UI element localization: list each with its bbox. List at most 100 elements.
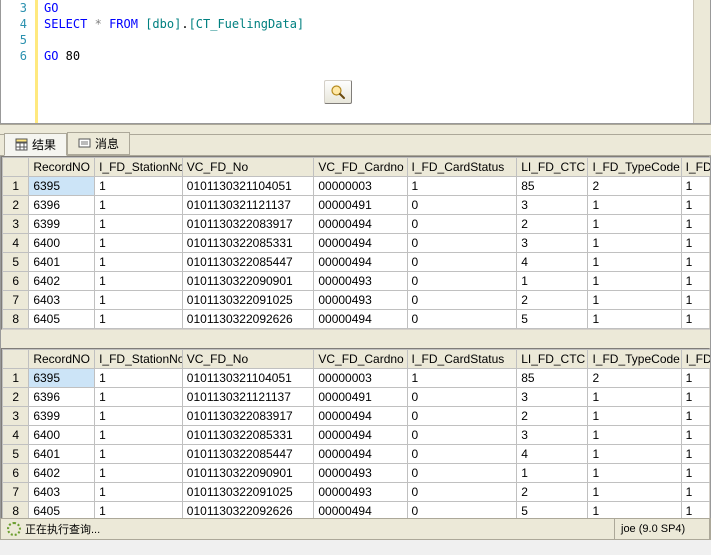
- table-row[interactable]: 2639610101130321121137000004910311: [3, 388, 711, 407]
- execute-button[interactable]: [324, 80, 352, 104]
- table-row[interactable]: 3639910101130322083917000004940211: [3, 215, 711, 234]
- cell[interactable]: 0: [407, 388, 517, 407]
- cell[interactable]: 1: [588, 272, 681, 291]
- cell[interactable]: 00000494: [314, 253, 407, 272]
- sql-editor[interactable]: 3456 GOSELECT * FROM [dbo].[CT_FuelingDa…: [0, 0, 711, 124]
- cell[interactable]: 1: [95, 196, 183, 215]
- cell[interactable]: 6401: [29, 445, 95, 464]
- cell[interactable]: 6401: [29, 253, 95, 272]
- cell[interactable]: 2: [517, 215, 588, 234]
- cell[interactable]: 1: [95, 407, 183, 426]
- cell[interactable]: 0101130321104051: [182, 369, 314, 388]
- column-header[interactable]: VC_FD_Cardno: [314, 158, 407, 177]
- row-header[interactable]: 6: [3, 272, 29, 291]
- table-row[interactable]: 6640210101130322090901000004930111: [3, 464, 711, 483]
- cell[interactable]: 1: [681, 445, 711, 464]
- cell[interactable]: 85: [517, 177, 588, 196]
- cell[interactable]: 0: [407, 272, 517, 291]
- cell[interactable]: 6402: [29, 464, 95, 483]
- cell[interactable]: 1: [681, 253, 711, 272]
- cell[interactable]: 1: [95, 215, 183, 234]
- cell[interactable]: 0101130322090901: [182, 272, 314, 291]
- cell[interactable]: 0101130321121137: [182, 196, 314, 215]
- column-header[interactable]: I_FD_Pum: [681, 158, 711, 177]
- column-header[interactable]: I_FD_TypeCode: [588, 350, 681, 369]
- cell[interactable]: 0101130322090901: [182, 464, 314, 483]
- cell[interactable]: 0: [407, 426, 517, 445]
- table-row[interactable]: 3639910101130322083917000004940211: [3, 407, 711, 426]
- cell[interactable]: 0: [407, 234, 517, 253]
- row-header[interactable]: 8: [3, 502, 29, 519]
- column-header[interactable]: LI_FD_CTC: [517, 350, 588, 369]
- cell[interactable]: 1: [95, 369, 183, 388]
- row-header[interactable]: 1: [3, 177, 29, 196]
- cell[interactable]: 0101130322092626: [182, 310, 314, 329]
- cell[interactable]: 1: [681, 272, 711, 291]
- column-header[interactable]: I_FD_TypeCode: [588, 158, 681, 177]
- grid-corner[interactable]: [3, 158, 29, 177]
- cell[interactable]: 00000493: [314, 272, 407, 291]
- code-line[interactable]: GO 80: [38, 49, 693, 63]
- row-header[interactable]: 3: [3, 215, 29, 234]
- cell[interactable]: 1: [588, 215, 681, 234]
- cell[interactable]: 1: [95, 502, 183, 519]
- cell[interactable]: 1: [588, 388, 681, 407]
- cell[interactable]: 6400: [29, 426, 95, 445]
- cell[interactable]: 1: [681, 215, 711, 234]
- cell[interactable]: 1: [95, 464, 183, 483]
- cell[interactable]: 0101130322083917: [182, 407, 314, 426]
- table-row[interactable]: 2639610101130321121137000004910311: [3, 196, 711, 215]
- cell[interactable]: 1: [95, 483, 183, 502]
- cell[interactable]: 0: [407, 407, 517, 426]
- cell[interactable]: 6400: [29, 234, 95, 253]
- row-header[interactable]: 5: [3, 445, 29, 464]
- column-header[interactable]: I_FD_StationNo: [95, 158, 183, 177]
- cell[interactable]: 4: [517, 445, 588, 464]
- cell[interactable]: 0101130322085447: [182, 445, 314, 464]
- cell[interactable]: 3: [517, 388, 588, 407]
- row-header[interactable]: 7: [3, 483, 29, 502]
- cell[interactable]: 1: [588, 253, 681, 272]
- cell[interactable]: 1: [681, 502, 711, 519]
- cell[interactable]: 6395: [29, 369, 95, 388]
- cell[interactable]: 6399: [29, 407, 95, 426]
- cell[interactable]: 0: [407, 253, 517, 272]
- cell[interactable]: 1: [588, 234, 681, 253]
- cell[interactable]: 0101130321104051: [182, 177, 314, 196]
- cell[interactable]: 1: [517, 272, 588, 291]
- grid-hscroll[interactable]: [1, 330, 710, 348]
- cell[interactable]: 6405: [29, 502, 95, 519]
- cell[interactable]: 1: [681, 291, 711, 310]
- row-header[interactable]: 6: [3, 464, 29, 483]
- table-row[interactable]: 8640510101130322092626000004940511: [3, 310, 711, 329]
- row-header[interactable]: 7: [3, 291, 29, 310]
- cell[interactable]: 00000003: [314, 177, 407, 196]
- cell[interactable]: 1: [95, 291, 183, 310]
- row-header[interactable]: 4: [3, 426, 29, 445]
- column-header[interactable]: RecordNO: [29, 158, 95, 177]
- column-header[interactable]: VC_FD_Cardno: [314, 350, 407, 369]
- cell[interactable]: 1: [95, 388, 183, 407]
- cell[interactable]: 0101130322091025: [182, 483, 314, 502]
- cell[interactable]: 1: [681, 310, 711, 329]
- cell[interactable]: 0101130322092626: [182, 502, 314, 519]
- row-header[interactable]: 5: [3, 253, 29, 272]
- table-row[interactable]: 5640110101130322085447000004940411: [3, 253, 711, 272]
- cell[interactable]: 0: [407, 196, 517, 215]
- cell[interactable]: 1: [681, 234, 711, 253]
- cell[interactable]: 1: [95, 253, 183, 272]
- tab-results[interactable]: 结果: [4, 133, 67, 156]
- cell[interactable]: 0101130322085331: [182, 426, 314, 445]
- cell[interactable]: 0101130321121137: [182, 388, 314, 407]
- cell[interactable]: 0101130322091025: [182, 291, 314, 310]
- cell[interactable]: 1: [95, 234, 183, 253]
- cell[interactable]: 1: [681, 483, 711, 502]
- cell[interactable]: 00000494: [314, 445, 407, 464]
- row-header[interactable]: 3: [3, 407, 29, 426]
- column-header[interactable]: I_FD_Pum: [681, 350, 711, 369]
- cell[interactable]: 85: [517, 369, 588, 388]
- cell[interactable]: 1: [588, 483, 681, 502]
- cell[interactable]: 1: [681, 464, 711, 483]
- column-header[interactable]: I_FD_CardStatus: [407, 350, 517, 369]
- column-header[interactable]: I_FD_CardStatus: [407, 158, 517, 177]
